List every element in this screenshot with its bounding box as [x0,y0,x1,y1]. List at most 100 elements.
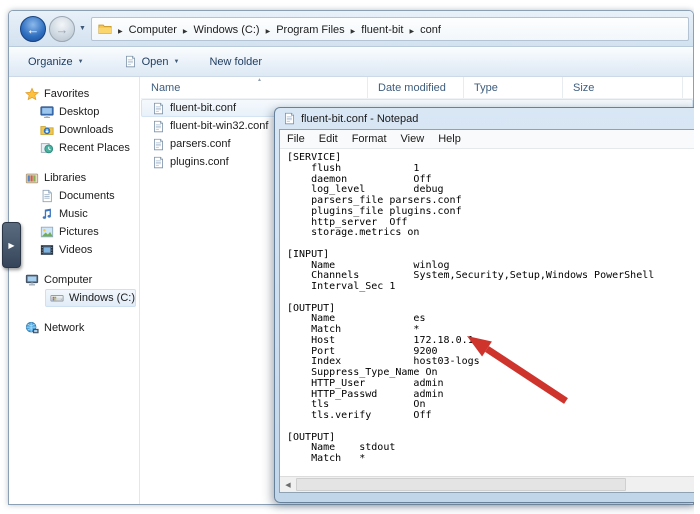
recent-places-icon [40,141,54,155]
notepad-client-area: FileEditFormatViewHelp [SERVICE] flush 1… [279,129,697,493]
menu-item-format[interactable]: Format [345,131,394,147]
breadcrumb-separator-icon[interactable]: ▶ [349,29,358,35]
notepad-text-area[interactable]: [SERVICE] flush 1 daemon Off log_level d… [280,150,697,476]
new-folder-label: New folder [209,56,262,68]
sidebar-item-libraries[interactable]: Libraries [9,169,139,187]
sort-ascending-icon: ▲ [257,77,262,83]
music-icon [40,207,54,221]
menu-item-file[interactable]: File [280,131,312,147]
sidebar-item-favorites[interactable]: Favorites [9,85,139,103]
command-bar: Organize ▼ Open ▼ New folder [9,47,693,77]
notepad-title-bar[interactable]: fluent-bit.conf - Notepad [275,108,697,129]
column-header-name[interactable]: Name [141,77,368,98]
menu-item-view[interactable]: View [394,131,432,147]
chevron-down-icon: ▼ [78,59,84,65]
breadcrumb-segment-program-files[interactable]: Program Files [272,24,348,36]
organize-label: Organize [28,56,73,68]
network-icon [25,321,39,335]
favorites-star-icon [25,87,39,101]
sidebar-item-label: Computer [44,274,92,286]
sidebar-item-videos[interactable]: Videos [9,241,139,259]
drive-windows-icon [50,291,64,305]
column-header-label: Size [573,82,594,94]
menu-item-edit[interactable]: Edit [312,131,345,147]
notepad-window: fluent-bit.conf - Notepad FileEditFormat… [274,107,698,503]
breadcrumb-segment-fluent-bit[interactable]: fluent-bit [357,24,407,36]
open-button[interactable]: Open ▼ [124,55,180,68]
breadcrumb-separator-icon[interactable]: ▶ [181,29,190,35]
column-header-label: Date modified [378,82,446,94]
file-name: fluent-bit-win32.conf [170,120,268,132]
computer-icon [25,273,39,287]
docked-app-handle[interactable]: ▶ [2,222,21,268]
documents-icon [40,189,54,203]
back-button[interactable]: ← [20,16,46,42]
sidebar-item-label: Music [59,208,88,220]
breadcrumb-separator-icon[interactable]: ▶ [407,29,416,35]
organize-button[interactable]: Organize ▼ [28,56,84,68]
navigation-pane: Favorites Desktop Downloads Recent Places Li… [9,77,140,504]
sidebar-item-music[interactable]: Music [9,205,139,223]
navigation-bar: ← → ▼ ▶Computer▶Windows (C:)▶Program Fil… [9,11,693,47]
column-header-date-modified[interactable]: Date modified [368,77,464,98]
sidebar-item-network[interactable]: Network [9,319,139,337]
sidebar-item-desktop[interactable]: Desktop [9,103,139,121]
breadcrumb-segment-windows-c[interactable]: Windows (C:) [190,24,264,36]
breadcrumb-segment-conf[interactable]: conf [416,24,445,36]
column-header-size[interactable]: Size [563,77,683,98]
sidebar-item-label: Network [44,322,84,334]
sidebar-item-label: Recent Places [59,142,130,154]
column-header-label: Type [474,82,498,94]
recent-pages-dropdown-icon[interactable]: ▼ [79,25,86,32]
scroll-left-icon[interactable]: ◀ [280,477,296,492]
sidebar-item-label: Videos [59,244,92,256]
breadcrumb-separator-icon[interactable]: ▶ [264,29,273,35]
sidebar-item-recent-places[interactable]: Recent Places [9,139,139,157]
sidebar-item-label: Downloads [59,124,113,136]
sidebar-item-label: Desktop [59,106,99,118]
sidebar-item-label: Documents [59,190,115,202]
desktop-icon [40,105,54,119]
new-folder-button[interactable]: New folder [209,56,262,68]
conf-file-icon [152,120,165,133]
pictures-icon [40,225,54,239]
libraries-icon [25,171,39,185]
forward-button[interactable]: → [49,16,75,42]
sidebar-item-pictures[interactable]: Pictures [9,223,139,241]
column-header-type[interactable]: Type [464,77,563,98]
breadcrumb-segment-computer[interactable]: Computer [125,24,181,36]
videos-icon [40,243,54,257]
notepad-document-icon [283,112,296,125]
breadcrumb-separator-icon[interactable]: ▶ [116,29,125,35]
breadcrumb: ▶Computer▶Windows (C:)▶Program Files▶flu… [116,20,445,38]
column-header-row: ▲ Name Date modified Type Size [141,77,693,99]
sidebar-item-label: Pictures [59,226,99,238]
sidebar-item-windows-c[interactable]: Windows (C:) [45,289,136,307]
column-header-label: Name [151,82,180,94]
conf-file-icon [152,102,165,115]
downloads-icon [40,123,54,137]
sidebar-item-label: Libraries [44,172,86,184]
file-name: plugins.conf [170,156,229,168]
sidebar-item-documents[interactable]: Documents [9,187,139,205]
open-label: Open [142,56,169,68]
screenshot-page: ← → ▼ ▶Computer▶Windows (C:)▶Program Fil… [0,0,700,514]
conf-file-icon [152,138,165,151]
conf-file-icon [152,156,165,169]
menu-item-help[interactable]: Help [431,131,468,147]
file-name: parsers.conf [170,138,231,150]
scrollbar-thumb[interactable] [296,478,626,491]
file-name: fluent-bit.conf [170,102,236,114]
chevron-down-icon: ▼ [174,59,180,65]
config-file-content: [SERVICE] flush 1 daemon Off log_level d… [287,153,697,465]
screenshot-crop-margin [694,0,700,514]
sidebar-item-downloads[interactable]: Downloads [9,121,139,139]
folder-icon [98,22,112,36]
address-bar[interactable]: ▶Computer▶Windows (C:)▶Program Files▶flu… [91,17,689,41]
sidebar-item-label: Windows (C:) [69,292,135,304]
expand-arrow-icon: ▶ [8,241,14,250]
document-icon [124,55,137,68]
sidebar-item-computer[interactable]: Computer [9,271,139,289]
notepad-menu-bar: FileEditFormatViewHelp [280,130,697,149]
horizontal-scrollbar[interactable]: ◀ [280,476,697,492]
